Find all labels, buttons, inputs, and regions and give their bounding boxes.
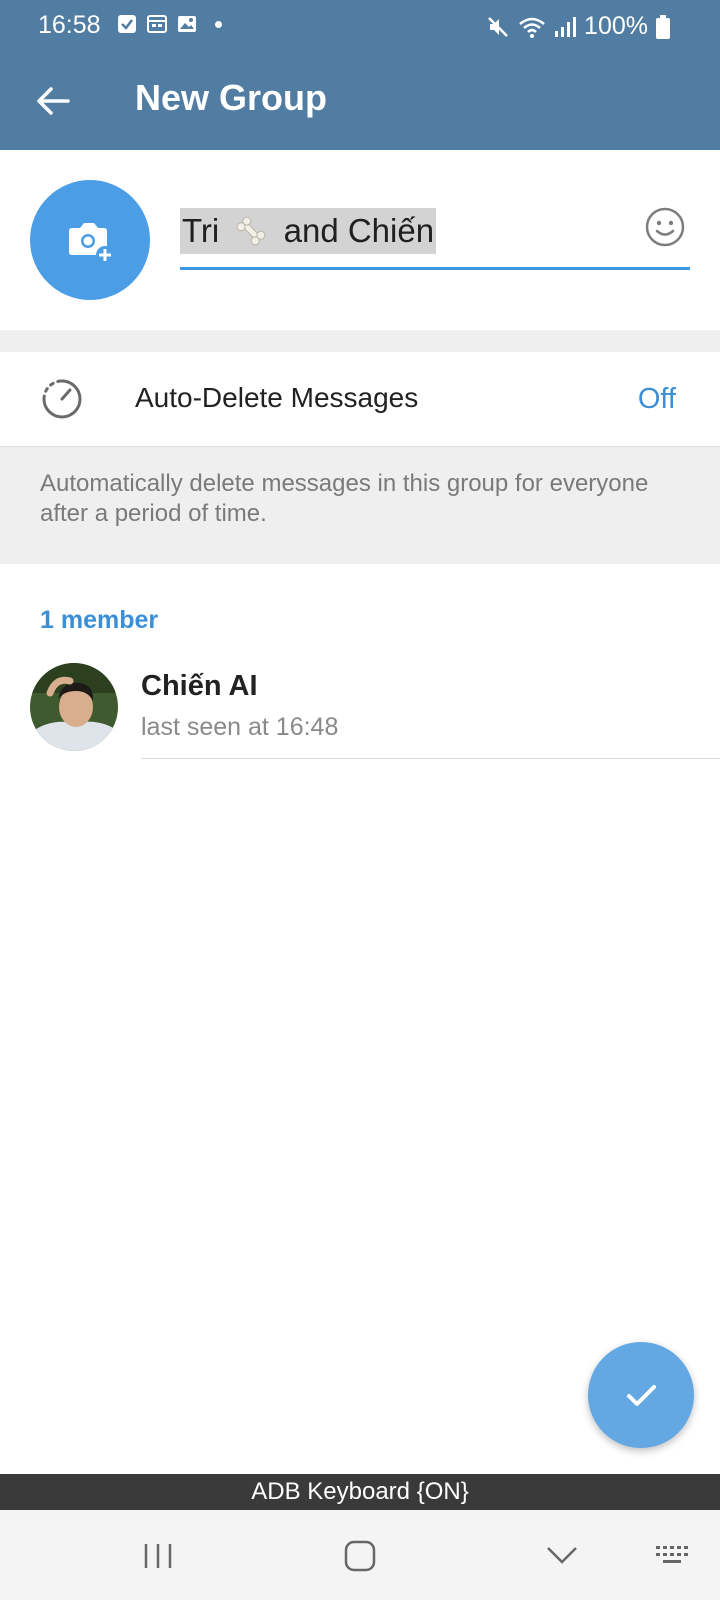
image-notification-icon	[178, 16, 196, 32]
member-name: Chiến AI	[141, 670, 258, 702]
wifi-icon	[519, 17, 545, 38]
app-bar: New Group	[0, 52, 720, 150]
battery-icon	[656, 14, 670, 39]
back-arrow-icon[interactable]	[34, 82, 72, 120]
calendar-notification-icon	[147, 15, 167, 33]
member-divider	[141, 758, 720, 759]
member-last-seen: last seen at 16:48	[141, 713, 339, 741]
group-header: Tri and Chiến	[0, 150, 720, 330]
keyboard-switch-icon[interactable]	[654, 1538, 694, 1574]
notification-icons	[117, 14, 222, 34]
set-group-photo-button[interactable]	[30, 180, 150, 300]
system-navigation-bar	[0, 1510, 720, 1600]
status-bar: 16:58 100%	[0, 0, 720, 52]
checkbox-notification-icon	[118, 15, 136, 33]
auto-delete-label: Auto-Delete Messages	[135, 382, 419, 413]
member-list-item[interactable]: Chiến AI last seen at 16:48	[0, 660, 720, 760]
timer-icon	[42, 379, 82, 419]
section-separator	[0, 330, 720, 352]
member-avatar	[30, 663, 118, 751]
checkmark-icon	[627, 1385, 656, 1406]
signal-icon	[555, 16, 577, 37]
home-icon[interactable]	[340, 1538, 380, 1574]
battery-percent: 100%	[584, 12, 648, 40]
auto-delete-row[interactable]: Auto-Delete Messages Off	[0, 352, 720, 446]
bone-emoji-icon	[237, 216, 266, 246]
group-name-text-part1: Tri	[182, 212, 220, 249]
auto-delete-hint: Automatically delete messages in this gr…	[40, 470, 649, 527]
keyboard-status-banner: ADB Keyboard {ON}	[0, 1474, 720, 1510]
auto-delete-hint-section: Automatically delete messages in this gr…	[0, 446, 720, 564]
members-count-header: 1 member	[40, 606, 159, 634]
more-notifications-dot	[215, 20, 222, 28]
add-photo-camera-icon	[69, 223, 114, 264]
recent-apps-icon[interactable]	[138, 1538, 178, 1574]
status-time: 16:58	[38, 11, 101, 39]
hide-keyboard-chevron-icon[interactable]	[542, 1538, 582, 1574]
system-icons: 100%	[486, 12, 670, 41]
group-name-selected-text[interactable]: Tri and Chiến	[180, 208, 437, 254]
group-name-input[interactable]: Tri and Chiến	[180, 208, 690, 270]
confirm-create-group-button[interactable]	[588, 1342, 694, 1448]
group-name-text-part2: and Chiến	[283, 212, 435, 249]
member-avatar-photo	[30, 663, 118, 751]
mute-icon	[488, 16, 508, 37]
page-title: New Group	[135, 77, 328, 118]
auto-delete-value: Off	[637, 383, 676, 415]
emoji-smiley-icon[interactable]	[644, 206, 686, 248]
